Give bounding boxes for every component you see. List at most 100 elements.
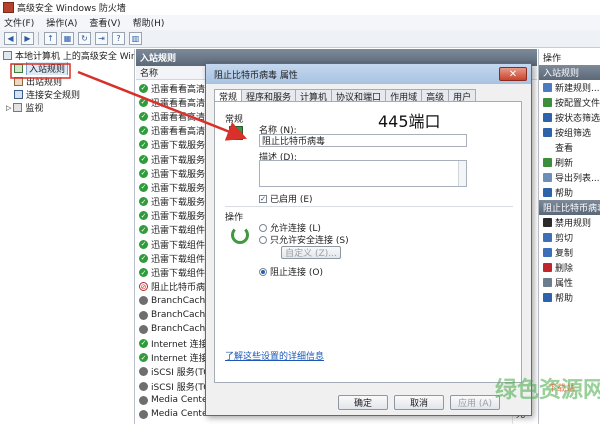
action-item[interactable]: 按组筛选 [539,125,600,140]
allow-rule-icon: ✓ [139,197,148,207]
rule-row[interactable]: ✓ 迅雷看看高清播 [136,95,208,109]
radio-secure-label: 只允许安全连接 (S) [270,236,349,246]
show-hide-tree-icon[interactable]: ▦ [61,32,74,45]
rule-row[interactable]: ⊘ 阻止比特币病毒 [136,280,208,294]
show-hide-action-pane-icon[interactable]: ▥ [129,32,142,45]
radio-secure-connection[interactable]: 只允许安全连接 (S) [259,233,349,246]
allow-rule-icon: ✓ [139,253,148,263]
description-input[interactable] [259,160,467,187]
tree-item-root[interactable]: 本地计算机 上的高级安全 Win [0,49,134,62]
action-item[interactable]: 按状态筛选 [539,110,600,125]
menu-action[interactable]: 操作(A) [46,16,77,29]
close-icon[interactable]: ✕ [499,67,527,81]
disabled-rule-icon [139,296,148,306]
action-item[interactable]: 复制 [539,245,600,260]
rule-row[interactable]: iSCSI 服务(TCP [136,365,208,379]
rule-name: 迅雷下载服务 [151,169,206,180]
action-item[interactable]: 刷新 [539,155,600,170]
rule-row[interactable]: iSCSI 服务(TCP [136,379,208,393]
rule-row[interactable]: Media Center [136,407,208,421]
rule-name: 迅雷下载组件 [151,254,206,265]
rule-row[interactable]: Media Center [136,393,208,407]
action-item[interactable]: 属性 [539,275,600,290]
refresh-icon[interactable]: ↻ [78,32,91,45]
rule-name: Media Center [151,409,208,420]
up-folder-icon[interactable]: ↑ [44,32,57,45]
enabled-checkbox[interactable]: ✓ 已启用 (E) [259,192,313,205]
rule-row[interactable]: ✓ 迅雷下载组件 [136,237,208,251]
cancel-button[interactable]: 取消 [394,395,444,410]
rule-row[interactable]: ✓ 迅雷看看高清播 [136,124,208,138]
rule-row[interactable]: ✓ 迅雷下载服务 [136,138,208,152]
toolbar-divider [38,32,39,45]
menu-file[interactable]: 文件(F) [4,16,34,29]
action-item[interactable]: 帮助 [539,185,600,200]
customize-button[interactable]: 自定义 (Z)... [281,246,341,259]
tree-item-label: 连接安全规则 [26,91,81,101]
rule-name: BranchCache [151,310,208,321]
rule-name: 迅雷看看高清播 [151,84,208,95]
help-icon[interactable]: ? [112,32,125,45]
allow-rule-icon: ✓ [139,338,148,348]
learn-more-link[interactable]: 了解这些设置的详细信息 [225,349,324,362]
help-icon [543,293,552,302]
rule-row[interactable]: ✓ 迅雷下载服务 [136,209,208,223]
actions-section-inbound[interactable]: 入站规则 [539,65,600,80]
toolbar: ◀ ▶ ↑ ▦ ↻ ⇥ ? ▥ [0,30,600,48]
tree-item-monitor[interactable]: ▷ 监视 [0,101,134,114]
forward-icon[interactable]: ▶ [21,32,34,45]
tree-item-connection-security[interactable]: 连接安全规则 [0,88,134,101]
menu-view[interactable]: 查看(V) [89,16,120,29]
action-item-label: 查看 [555,144,574,154]
window-title: 高级安全 Windows 防火墙 [17,4,126,14]
rule-row[interactable]: BranchCache [136,294,208,308]
rule-row[interactable]: ✓ 迅雷下载组件 [136,223,208,237]
cut-icon [543,233,552,242]
connection-security-icon [14,90,23,99]
rule-row[interactable]: ✓ 迅雷下载服务 [136,180,208,194]
port-annotation: 445端口 [378,112,441,131]
actions-list-inbound: 新建规则... 按配置文件 按状态筛选 按组筛选查看 刷新 导出列表... 帮助 [539,80,600,200]
rule-row[interactable]: ✓ 迅雷下载服务 [136,195,208,209]
export-icon[interactable]: ⇥ [95,32,108,45]
filter-state-icon [543,113,552,122]
allow-rule-icon: ✓ [139,239,148,249]
action-item[interactable]: 导出列表... [539,170,600,185]
rule-name: 迅雷下载服务 [151,212,206,223]
back-icon[interactable]: ◀ [4,32,17,45]
action-item[interactable]: 查看 [539,140,600,155]
action-item[interactable]: 新建规则... [539,80,600,95]
action-item[interactable]: 禁用规则 [539,215,600,230]
general-tab-panel: 445端口 常规 名称 (N): 阻止比特币病毒 描述 (D): ✓ 已启用 (… [214,101,522,383]
menu-help[interactable]: 帮助(H) [133,16,165,29]
rule-row[interactable]: ✓ 迅雷下载服务 [136,152,208,166]
rule-row[interactable]: ✓Internet 连接共 [136,336,208,350]
rule-row[interactable]: ✓ 迅雷下载服务 [136,166,208,180]
name-input[interactable]: 阻止比特币病毒 [259,134,467,147]
rule-row[interactable]: BranchCache [136,308,208,322]
rule-row[interactable]: BranchCache [136,322,208,336]
rule-row[interactable]: ✓Internet 连接共 [136,351,208,365]
action-item[interactable]: 删除 [539,260,600,275]
tree-item-outbound-rules[interactable]: 出站规则 [0,75,134,88]
inbound-rules-icon [14,64,23,73]
column-header-label: 名称 [140,69,159,79]
rule-row[interactable]: ✓ 迅雷下载组件 [136,265,208,279]
action-item[interactable]: 按配置文件 [539,95,600,110]
expand-arrow-icon[interactable]: ▷ [6,104,11,112]
rule-row[interactable]: ✓ 迅雷看看高清播 [136,109,208,123]
description-scrollbar[interactable] [458,161,466,186]
action-item[interactable]: 剪切 [539,230,600,245]
radio-block-connection[interactable]: 阻止连接 (O) [259,265,323,278]
apply-button[interactable]: 应用 (A) [450,395,500,410]
actions-section-rule[interactable]: 阻止比特币病毒 [539,200,600,215]
enabled-checkbox-box: ✓ [259,194,267,203]
rule-row[interactable]: ✓ 迅雷看看高清播 [136,81,208,95]
filter-group-icon [543,128,552,137]
action-item-label: 禁用规则 [555,219,592,229]
action-item[interactable]: 帮助 [539,290,600,305]
radio-block-dot [259,267,267,276]
ok-button[interactable]: 确定 [338,395,388,410]
rule-row[interactable]: ✓ 迅雷下载组件 [136,251,208,265]
tree-item-inbound-rules[interactable]: 入站规则 [0,62,134,75]
